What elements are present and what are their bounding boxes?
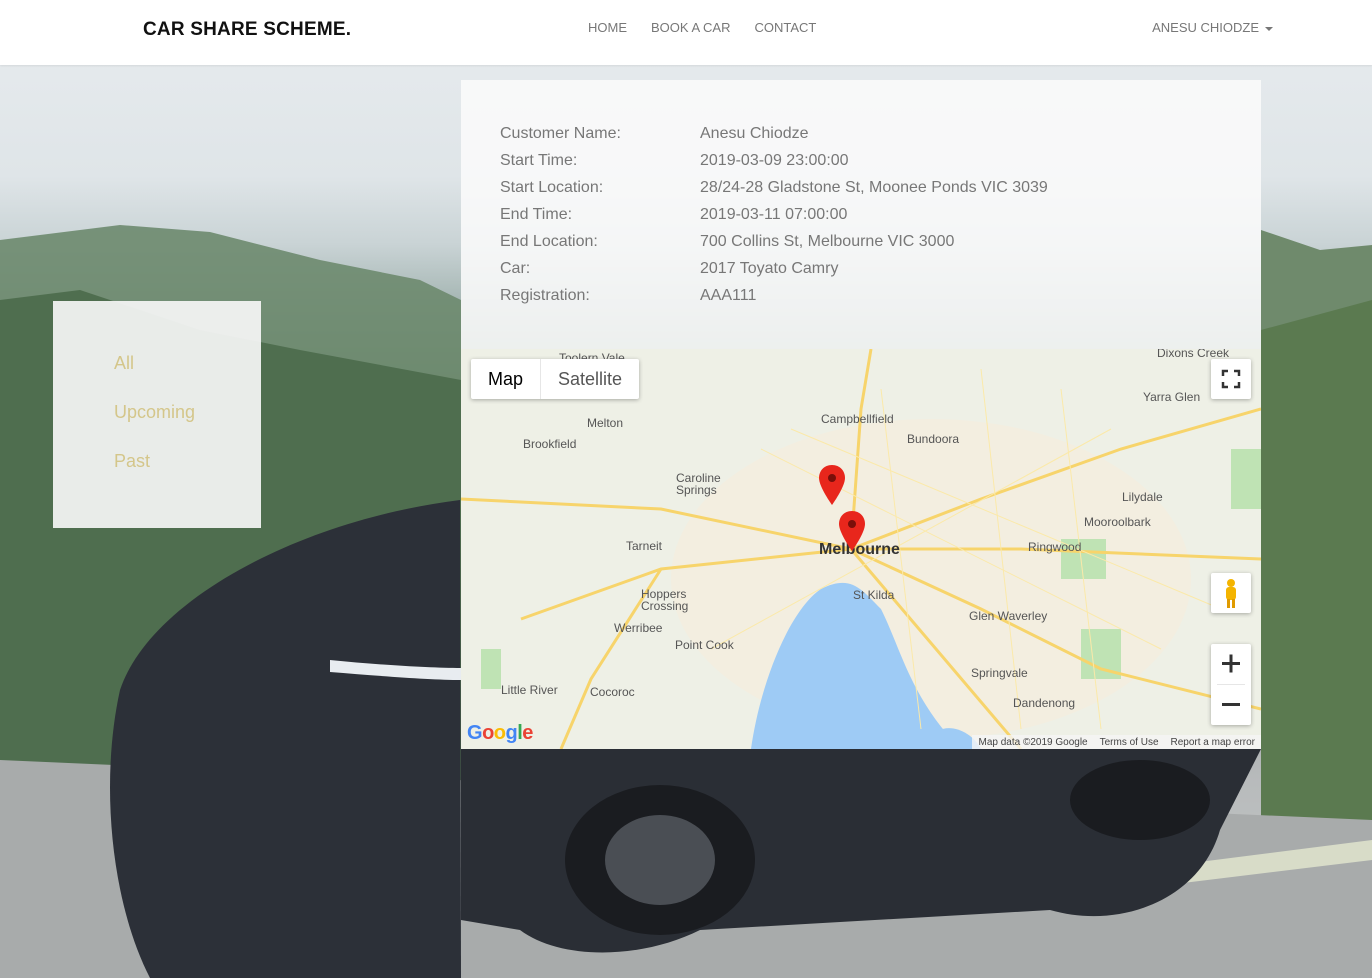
booking-details: Customer Name: Anesu Chiodze Start Time: 2… xyxy=(461,80,1261,349)
place-label: Caroline Springs xyxy=(676,471,721,497)
place-label: Brookfield xyxy=(523,437,577,451)
booking-filter-panel: All Upcoming Past xyxy=(53,301,261,528)
place-label: Little River xyxy=(501,683,558,697)
booking-map[interactable]: Melbourne Campbellfield Bundoora Melton … xyxy=(461,349,1261,749)
place-label: Yarra Glen xyxy=(1143,390,1201,404)
nav-book-a-car[interactable]: BOOK A CAR xyxy=(651,20,730,35)
place-label: Bundoora xyxy=(907,432,960,446)
detail-label: Customer Name: xyxy=(500,125,621,142)
filter-past[interactable]: Past xyxy=(114,451,150,472)
place-label: Melton xyxy=(587,416,624,430)
pegman-icon xyxy=(1226,579,1236,608)
detail-label: Registration: xyxy=(500,287,590,304)
start-location-pin-icon[interactable] xyxy=(819,465,845,505)
detail-label: End Location: xyxy=(500,233,598,250)
detail-row-customer: Customer Name: Anesu Chiodze xyxy=(500,125,809,143)
place-label: Mooroolbark xyxy=(1084,515,1151,529)
detail-label: End Time: xyxy=(500,206,573,223)
detail-value: Anesu Chiodze xyxy=(700,125,809,142)
place-label: St Kilda xyxy=(853,588,895,602)
map-type-map-button[interactable]: Map xyxy=(471,359,540,399)
place-label: Lilydale xyxy=(1122,490,1163,504)
end-location-pin-icon[interactable] xyxy=(839,511,865,551)
place-label: Werribee xyxy=(614,621,663,635)
detail-value: 28/24-28 Gladstone St, Moonee Ponds VIC … xyxy=(700,179,1048,196)
place-label: Hoppers Crossing xyxy=(641,587,689,613)
detail-label: Start Location: xyxy=(500,179,604,196)
zoom-out-icon[interactable] xyxy=(1211,685,1251,725)
google-logo: Google xyxy=(467,722,533,744)
caret-down-icon xyxy=(1265,26,1273,31)
user-name: ANESU CHIODZE xyxy=(1152,20,1259,35)
street-view-button[interactable] xyxy=(1211,573,1251,613)
fullscreen-button[interactable] xyxy=(1211,359,1251,399)
map-footer: Map data ©2019 Google Terms of Use Repor… xyxy=(972,735,1261,749)
detail-label: Start Time: xyxy=(500,152,578,169)
detail-value: 2019-03-11 07:00:00 xyxy=(700,206,848,223)
nav-home[interactable]: HOME xyxy=(588,20,627,35)
navbar: CAR SHARE SCHEME. HOME BOOK A CAR CONTAC… xyxy=(0,0,1372,65)
detail-value: 2017 Toyato Camry xyxy=(700,260,839,277)
detail-row-registration: Registration: AAA111 xyxy=(500,287,756,305)
place-label: Cocoroc xyxy=(590,685,635,699)
place-label: Dandenong xyxy=(1013,696,1076,710)
filter-upcoming[interactable]: Upcoming xyxy=(114,402,195,423)
fullscreen-icon xyxy=(1221,369,1241,389)
place-label: Glen Waverley xyxy=(969,609,1048,623)
zoom-control xyxy=(1211,644,1251,725)
place-label: Point Cook xyxy=(675,638,734,652)
detail-row-end-time: End Time: 2019-03-11 07:00:00 xyxy=(500,206,847,224)
report-map-error-link[interactable]: Report a map error xyxy=(1171,737,1255,748)
place-label: Ringwood xyxy=(1028,540,1082,554)
place-label: Campbellfield xyxy=(821,412,894,426)
map-type-control: Map Satellite xyxy=(471,359,640,399)
map-type-satellite-button[interactable]: Satellite xyxy=(540,359,639,399)
detail-row-end-location: End Location: 700 Collins St, Melbourne V… xyxy=(500,233,954,251)
detail-value: 2019-03-09 23:00:00 xyxy=(700,152,849,169)
terms-of-use-link[interactable]: Terms of Use xyxy=(1100,737,1159,748)
detail-value: 700 Collins St, Melbourne VIC 3000 xyxy=(700,233,955,250)
nav-links: HOME BOOK A CAR CONTACT xyxy=(588,20,816,35)
zoom-in-icon[interactable] xyxy=(1211,644,1251,684)
filter-all[interactable]: All xyxy=(114,353,134,374)
user-menu[interactable]: ANESU CHIODZE xyxy=(1152,20,1273,35)
map-attribution: Map data ©2019 Google xyxy=(978,736,1088,748)
place-label: Tarneit xyxy=(626,539,663,553)
place-label: Springvale xyxy=(971,666,1028,680)
brand-logo[interactable]: CAR SHARE SCHEME. xyxy=(143,19,351,41)
detail-row-start-location: Start Location: 28/24-28 Gladstone St, Mo… xyxy=(500,179,1048,197)
detail-row-car: Car: 2017 Toyato Camry xyxy=(500,260,838,278)
detail-row-start-time: Start Time: 2019-03-09 23:00:00 xyxy=(500,152,849,170)
detail-label: Car: xyxy=(500,260,531,277)
detail-value: AAA111 xyxy=(700,287,757,304)
nav-contact[interactable]: CONTACT xyxy=(754,20,816,35)
